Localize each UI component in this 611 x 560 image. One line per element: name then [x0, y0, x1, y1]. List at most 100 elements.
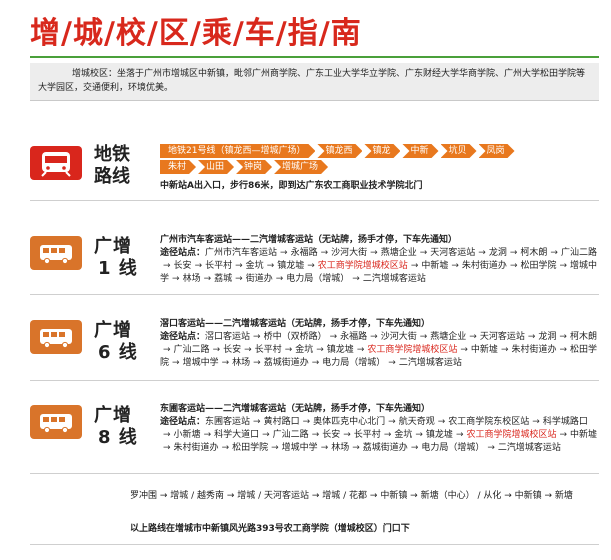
arrow-right-icon: →	[500, 345, 509, 355]
metro-stop: 凤岗	[479, 144, 515, 158]
arrow-right-icon: →	[437, 417, 446, 427]
arrow-right-icon: →	[163, 443, 171, 453]
arrow-right-icon: →	[253, 358, 261, 368]
route-stop: 二汽增城客运站	[362, 274, 426, 284]
route-stops-prefix: 途径站点：	[160, 248, 206, 258]
route-stop: 荔城街道办	[362, 443, 408, 453]
arrow-right-icon: →	[262, 430, 270, 440]
route-stop: 农工商学院东校区站	[448, 417, 530, 427]
arrow-right-icon: →	[253, 417, 261, 427]
route-stops: 途径站点：东圃客运站 → 黄村路口 → 奥体匹克中心北门 → 航天奇观 → 农工商学院东校区站 →…	[160, 416, 599, 455]
route-endpoints: 滘口客运站——二汽增城客运站（无站牌，扬手才停，下车先通知）	[160, 319, 431, 329]
arrow-right-icon: →	[487, 443, 495, 453]
other-routes: 罗冲围 → 增城 / 越秀南 → 增城 / 天河客运站 → 增城 / 花都 → …	[130, 491, 573, 501]
route-stop: 金坑	[245, 261, 264, 271]
route-label: 广增 6 线	[94, 320, 138, 364]
route-stop: 电力局（增城）	[286, 274, 350, 284]
route-endpoints: 东圃客运站——二汽增城客运站（无站牌，扬手才停，下车先通知）	[160, 404, 431, 414]
arrow-right-icon: →	[559, 345, 568, 355]
arrow-right-icon: →	[455, 430, 464, 440]
route-stop: 东圃客运站	[205, 417, 251, 427]
arrow-right-icon: →	[172, 358, 180, 368]
route-stop: 荔城	[214, 274, 233, 284]
arrow-right-icon: →	[419, 248, 428, 258]
title-divider	[30, 56, 599, 58]
route-details: 广州市汽车客运站——二汽增城客运站（无站牌，扬手才停，下车先通知） 途径站点：广州…	[160, 234, 599, 286]
arrow-right-icon: →	[388, 358, 396, 368]
arrow-right-icon: →	[235, 261, 243, 271]
arrow-right-icon: →	[221, 358, 230, 368]
route-stop: 朱村街道办	[173, 443, 219, 453]
bus-icon	[30, 405, 82, 439]
arrow-right-icon: →	[419, 332, 428, 342]
arrow-right-icon: →	[212, 345, 221, 355]
arrow-right-icon: →	[221, 443, 230, 453]
metro-line-name: 地铁21号线（镇龙西—增城广场）	[160, 144, 315, 158]
arrow-right-icon: →	[352, 443, 360, 453]
route-stop: 永福路	[290, 248, 318, 258]
arrow-right-icon: →	[532, 417, 540, 427]
highlight-stop: 农工商学院增城校区站	[367, 345, 458, 355]
arrow-right-icon: →	[383, 430, 392, 440]
arrow-right-icon: →	[311, 358, 320, 368]
route-label-line2: 8 线	[98, 427, 138, 448]
route-stop: 广州市汽车客运站	[205, 248, 278, 258]
route-label-line1: 广增	[94, 405, 132, 426]
route-label-line2: 1 线	[98, 258, 138, 279]
bus-route-8: 广增 8 线 东圃客运站——二汽增城客运站（无站牌，扬手才停，下车先通知） 途径站点：…	[30, 403, 599, 474]
route-stop: 林场	[331, 443, 350, 453]
route-stop: 长平村	[353, 430, 381, 440]
metro-section: 地铁 路线 地铁21号线（镇龙西—增城广场） 镇龙西 镇龙 中新 坑贝 凤岗 朱村 山田 钟岗…	[30, 138, 599, 201]
route-label: 广增 8 线	[94, 405, 138, 449]
arrow-right-icon: →	[329, 332, 338, 342]
route-stop: 滘口客运站	[205, 332, 251, 342]
metro-stop: 镇龙西	[317, 144, 362, 158]
route-stop: 荔城街道办	[263, 358, 309, 368]
route-stop: 电力局（增城）	[421, 443, 485, 453]
arrow-right-icon: →	[370, 332, 378, 342]
route-stop: 长安	[322, 430, 341, 440]
route-stop: 中新墟	[570, 430, 598, 440]
route-stop: 中新墟	[421, 261, 449, 271]
route-label-line1: 广增	[94, 236, 132, 257]
metro-label: 地铁 路线	[94, 144, 130, 188]
route-stop: 天河客运站	[430, 248, 476, 258]
route-stop: 柯木朗	[520, 248, 548, 258]
arrow-right-icon: →	[316, 345, 324, 355]
bus-icon	[30, 236, 82, 270]
metro-stop: 钟岗	[236, 160, 272, 174]
metro-stop: 朱村	[160, 160, 196, 174]
arrow-right-icon: →	[550, 248, 558, 258]
arrow-right-icon: →	[559, 332, 567, 342]
arrow-right-icon: →	[271, 443, 279, 453]
route-stop: 科学城路口	[542, 417, 588, 427]
arrow-right-icon: →	[235, 274, 243, 284]
route-stop: 长安	[173, 261, 192, 271]
route-stop: 二汽增城客运站	[497, 443, 561, 453]
arrow-right-icon: →	[343, 430, 351, 440]
route-stop: 天河客运站	[479, 332, 525, 342]
route-stop: 街道办	[245, 274, 273, 284]
arrow-right-icon: →	[478, 248, 486, 258]
route-stop: 广汕二路	[173, 345, 210, 355]
route-stop: 燕塘企业	[380, 248, 417, 258]
metro-label-line2: 路线	[94, 166, 130, 187]
route-stop: 镇龙墟	[277, 261, 305, 271]
route-stop: 柯木朗	[569, 332, 597, 342]
route-stop: 永福路	[340, 332, 368, 342]
route-stop: 桥中（双桥路）	[263, 332, 327, 342]
arrow-right-icon: →	[307, 261, 315, 271]
route-stop: 黄村路口	[263, 417, 300, 427]
metro-stops-row2: 朱村 山田 钟岗 增城广场	[160, 160, 330, 174]
route-stop: 长平村	[254, 345, 282, 355]
route-stops-prefix: 途径站点：	[160, 332, 206, 342]
metro-label-line1: 地铁	[94, 144, 130, 165]
route-details: 滘口客运站——二汽增城客运站（无站牌，扬手才停，下车先通知） 途径站点：滘口客运站…	[160, 318, 599, 370]
route-stop: 林场	[232, 358, 251, 368]
arrow-right-icon: →	[469, 332, 477, 342]
route-stop: 金坑	[295, 345, 314, 355]
route-stop: 沙河大街	[331, 248, 368, 258]
bottom-divider	[30, 544, 599, 545]
arrow-right-icon: →	[311, 430, 320, 440]
arrow-right-icon: →	[451, 261, 459, 271]
